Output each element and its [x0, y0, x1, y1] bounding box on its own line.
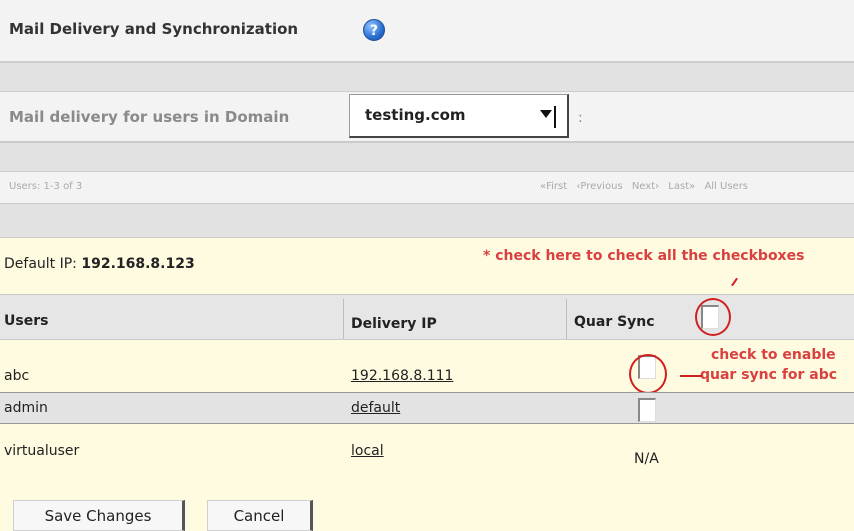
annotation-circle	[629, 354, 667, 394]
column-divider	[343, 299, 344, 339]
spacer-band	[0, 62, 854, 92]
domain-select[interactable]: testing.com	[349, 94, 569, 138]
page-title: Mail Delivery and Synchronization	[9, 20, 299, 38]
chevron-down-icon[interactable]	[536, 106, 556, 128]
check-all-annotation: * check here to check all the checkboxes	[483, 248, 805, 264]
user-name: abc	[4, 368, 30, 384]
table-row: admin default	[0, 392, 854, 424]
pager-next-link[interactable]: Next›	[632, 181, 659, 192]
domain-suffix: :	[578, 110, 583, 126]
pager-first-link[interactable]: «First	[540, 181, 567, 192]
delivery-ip-link[interactable]: default	[351, 400, 400, 416]
annotation-circle	[695, 298, 731, 336]
domain-label: Mail delivery for users in Domain	[9, 108, 290, 126]
row-annotation-line2: quar sync for abc	[700, 367, 838, 383]
domain-selected-value: testing.com	[365, 106, 466, 124]
column-header-delivery-ip: Delivery IP	[351, 316, 437, 332]
delivery-ip-link[interactable]: local	[351, 443, 384, 459]
help-icon[interactable]: ?	[363, 19, 385, 41]
spacer-band	[0, 142, 854, 172]
default-ip-row: Default IP: 192.168.8.123 * check here t…	[0, 238, 854, 294]
pager-all-users-link[interactable]: All Users	[704, 181, 748, 192]
spacer-band	[0, 204, 854, 238]
save-changes-button[interactable]: Save Changes	[13, 500, 185, 531]
pager-last-link[interactable]: Last»	[668, 181, 695, 192]
delivery-ip-link[interactable]: 192.168.8.111	[351, 368, 453, 384]
table-row: abc 192.168.8.111 check to enable quar s…	[0, 340, 854, 392]
user-name: admin	[4, 400, 48, 416]
user-count: Users: 1-3 of 3	[9, 181, 83, 192]
quar-sync-checkbox[interactable]	[638, 398, 656, 422]
column-header-users: Users	[4, 313, 49, 329]
user-name: virtualuser	[4, 443, 80, 459]
quar-sync-na: N/A	[634, 451, 659, 467]
cancel-button[interactable]: Cancel	[207, 500, 313, 531]
pager-row: Users: 1-3 of 3 «First ‹Previous Next› L…	[0, 172, 854, 204]
annotation-pointer	[680, 375, 702, 377]
default-ip-value: 192.168.8.123	[81, 256, 195, 272]
column-header-quar-sync: Quar Sync	[574, 314, 655, 330]
row-annotation-line1: check to enable	[711, 347, 836, 363]
default-ip-label: Default IP: 192.168.8.123	[4, 256, 195, 272]
panel-header: Mail Delivery and Synchronization ?	[0, 0, 854, 62]
pager-links: «First ‹Previous Next› Last» All Users	[540, 181, 754, 192]
table-row: virtualuser local N/A	[0, 424, 854, 480]
column-divider	[566, 299, 567, 339]
pager-previous-link[interactable]: ‹Previous	[576, 181, 622, 192]
